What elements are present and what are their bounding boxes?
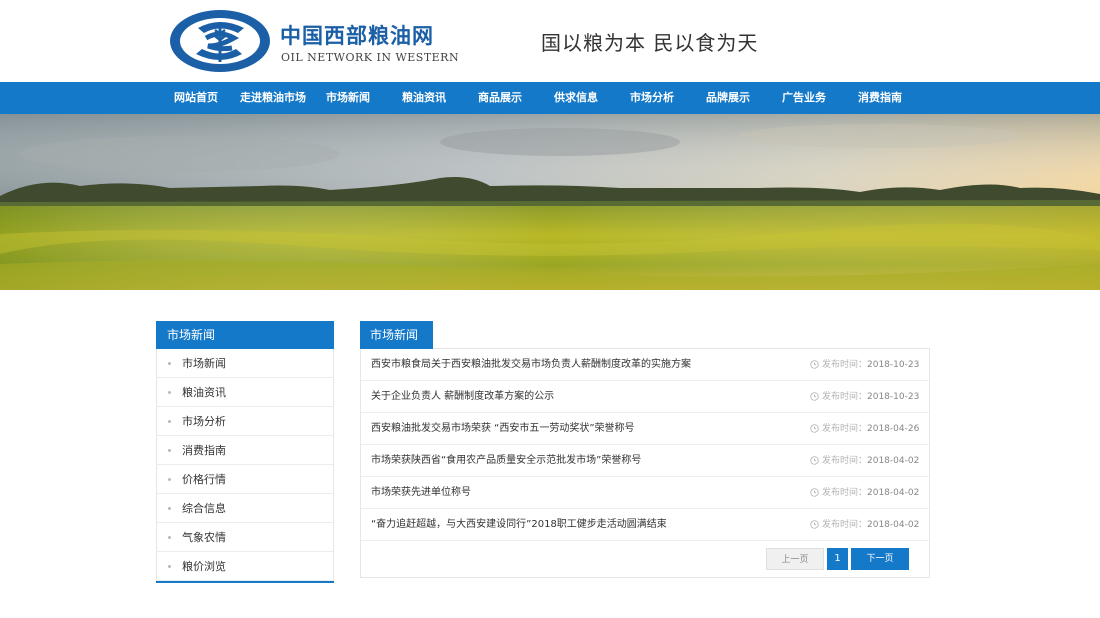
clock-icon: [810, 424, 819, 433]
nav-item-grain-info[interactable]: 粮油资讯: [402, 82, 446, 114]
news-title[interactable]: 市场荣获陕西省“食用农产品质量安全示范批发市场”荣誉称号: [371, 445, 641, 477]
news-date: 2018-04-02: [867, 488, 920, 498]
news-panel-header: 市场新闻: [360, 321, 930, 349]
prev-page-button[interactable]: 上一页: [766, 548, 824, 570]
sidebar-item-general-info[interactable]: 综合信息: [157, 494, 333, 523]
sidebar-item-label: 消费指南: [182, 444, 226, 457]
news-item[interactable]: 关于企业负责人 薪酬制度改革方案的公示 发布时间： 2018-10-23: [361, 381, 929, 413]
news-item[interactable]: 市场荣获陕西省“食用农产品质量安全示范批发市场”荣誉称号 发布时间： 2018-…: [361, 445, 929, 477]
logo-subtitle: OIL NETWORK IN WESTERN: [281, 51, 460, 64]
nav-item-market-news[interactable]: 市场新闻: [326, 82, 370, 114]
date-label: 发布时间：: [822, 520, 868, 530]
clock-icon: [810, 520, 819, 529]
nav-item-about-market[interactable]: 走进粮油市场: [240, 82, 306, 114]
page-1-button[interactable]: 1: [827, 548, 848, 570]
clock-icon: [810, 488, 819, 497]
news-date: 2018-04-02: [867, 456, 920, 466]
bullet-icon: [168, 391, 171, 394]
news-list: 西安市粮食局关于西安粮油批发交易市场负责人薪酬制度改革的实施方案 发布时间： 2…: [360, 349, 930, 578]
sidebar-item-market-news[interactable]: 市场新闻: [157, 349, 333, 378]
clock-icon: [810, 360, 819, 369]
sidebar-item-consumer-guide[interactable]: 消费指南: [157, 436, 333, 465]
sidebar-item-grain-info[interactable]: 粮油资讯: [157, 378, 333, 407]
bullet-icon: [168, 507, 171, 510]
news-item[interactable]: 西安市粮食局关于西安粮油批发交易市场负责人薪酬制度改革的实施方案 发布时间： 2…: [361, 349, 929, 381]
pagination: 上一页 1 下一页: [361, 542, 929, 572]
sidebar-bottom-rule: [156, 581, 334, 583]
bullet-icon: [168, 565, 171, 568]
sidebar-item-label: 市场分析: [182, 415, 226, 428]
nav-item-brands[interactable]: 品牌展示: [706, 82, 750, 114]
news-item[interactable]: 市场荣获先进单位称号 发布时间： 2018-04-02: [361, 477, 929, 509]
site-logo[interactable]: 中国西部粮油网 OIL NETWORK IN WESTERN: [168, 8, 459, 74]
date-label: 发布时间：: [822, 392, 868, 402]
nav-item-market-analysis[interactable]: 市场分析: [630, 82, 674, 114]
sidebar-list: 市场新闻 粮油资讯 市场分析 消费指南 价格行情 综合信息 气象农情 粮价浏览: [156, 349, 334, 581]
date-label: 发布时间：: [822, 424, 868, 434]
news-title[interactable]: 市场荣获先进单位称号: [371, 477, 471, 509]
nav-item-advertising[interactable]: 广告业务: [782, 82, 826, 114]
logo-title: 中国西部粮油网: [280, 24, 434, 48]
bullet-icon: [168, 362, 171, 365]
date-label: 发布时间：: [822, 456, 868, 466]
news-panel: 市场新闻 西安市粮食局关于西安粮油批发交易市场负责人薪酬制度改革的实施方案 发布…: [360, 321, 930, 578]
news-title[interactable]: 关于企业负责人 薪酬制度改革方案的公示: [371, 381, 554, 413]
date-label: 发布时间：: [822, 360, 868, 370]
bullet-icon: [168, 420, 171, 423]
news-item[interactable]: 西安粮油批发交易市场荣获 “西安市五一劳动奖状”荣誉称号 发布时间： 2018-…: [361, 413, 929, 445]
sidebar: 市场新闻 市场新闻 粮油资讯 市场分析 消费指南 价格行情 综合信息 气象农情: [156, 321, 334, 583]
sidebar-item-label: 粮油资讯: [182, 386, 226, 399]
main-nav: 网站首页 走进粮油市场 市场新闻 粮油资讯 商品展示 供求信息 市场分析 品牌展…: [0, 82, 1100, 114]
banner-image: [0, 114, 1100, 290]
news-date: 2018-10-23: [867, 392, 920, 402]
nav-item-home[interactable]: 网站首页: [174, 82, 218, 114]
bullet-icon: [168, 449, 171, 452]
news-title[interactable]: 西安市粮食局关于西安粮油批发交易市场负责人薪酬制度改革的实施方案: [371, 349, 691, 381]
clock-icon: [810, 392, 819, 401]
sidebar-item-label: 市场新闻: [182, 357, 226, 370]
news-panel-title: 市场新闻: [360, 321, 433, 349]
news-date: 2018-04-02: [867, 520, 920, 530]
news-date: 2018-10-23: [867, 360, 920, 370]
sidebar-item-price-quotes[interactable]: 价格行情: [157, 465, 333, 494]
news-date: 2018-04-26: [867, 424, 920, 434]
nav-item-supply-demand[interactable]: 供求信息: [554, 82, 598, 114]
sidebar-item-grain-prices[interactable]: 粮价浏览: [157, 552, 333, 581]
sidebar-title: 市场新闻: [156, 321, 334, 349]
clock-icon: [810, 456, 819, 465]
nav-item-products[interactable]: 商品展示: [478, 82, 522, 114]
nav-item-consumer-guide[interactable]: 消费指南: [858, 82, 902, 114]
news-item[interactable]: “奋力追赶超越，与大西安建设同行”2018职工健步走活动圆满结束 发布时间： 2…: [361, 509, 929, 541]
bullet-icon: [168, 478, 171, 481]
bullet-icon: [168, 536, 171, 539]
site-header: 中国西部粮油网 OIL NETWORK IN WESTERN 国以粮为本 民以食…: [0, 0, 1100, 82]
sidebar-item-market-analysis[interactable]: 市场分析: [157, 407, 333, 436]
next-page-button[interactable]: 下一页: [851, 548, 909, 570]
sidebar-item-label: 价格行情: [182, 473, 226, 486]
news-title[interactable]: 西安粮油批发交易市场荣获 “西安市五一劳动奖状”荣誉称号: [371, 413, 635, 445]
sidebar-item-weather-agri[interactable]: 气象农情: [157, 523, 333, 552]
header-slogan: 国以粮为本 民以食为天: [541, 31, 759, 55]
news-title[interactable]: “奋力追赶超越，与大西安建设同行”2018职工健步走活动圆满结束: [371, 509, 667, 541]
sidebar-item-label: 粮价浏览: [182, 560, 226, 573]
date-label: 发布时间：: [822, 488, 868, 498]
sidebar-item-label: 气象农情: [182, 531, 226, 544]
wheat-emblem-icon: [170, 10, 270, 72]
sidebar-item-label: 综合信息: [182, 502, 226, 515]
